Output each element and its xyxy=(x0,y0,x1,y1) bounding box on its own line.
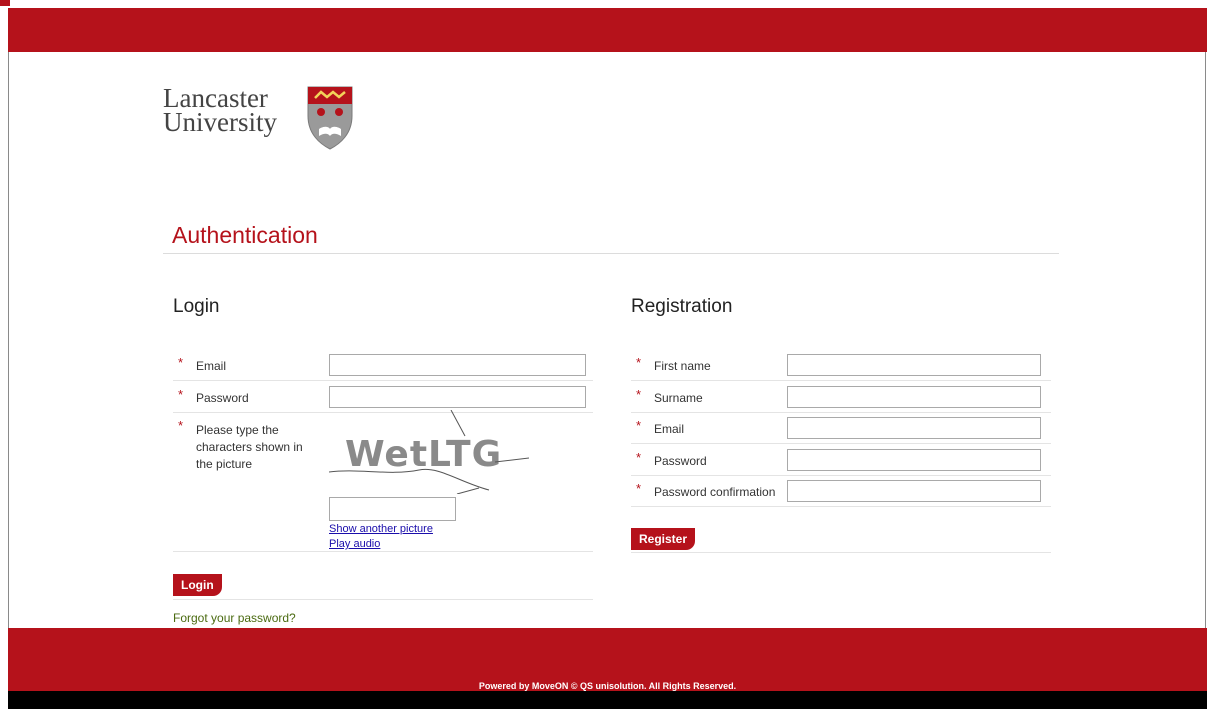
row-divider xyxy=(631,552,1051,553)
required-marker: * xyxy=(178,355,184,370)
footer-copyright: Powered by MoveON © QS unisolution. All … xyxy=(478,681,737,691)
footer: Powered by MoveON © QS unisolution. All … xyxy=(8,628,1207,691)
row-divider xyxy=(631,412,1051,413)
row-divider xyxy=(631,475,1051,476)
first-name-label: First name xyxy=(654,359,711,373)
login-password-label: Password xyxy=(196,391,249,405)
surname-label: Surname xyxy=(654,391,703,405)
registration-email-input[interactable] xyxy=(787,417,1041,439)
play-audio-link[interactable]: Play audio xyxy=(329,538,380,550)
header-bar xyxy=(8,8,1207,52)
surname-input[interactable] xyxy=(787,386,1041,408)
registration-email-label: Email xyxy=(654,422,685,436)
row-divider xyxy=(173,380,593,381)
login-button[interactable]: Login xyxy=(173,574,222,596)
title-divider xyxy=(163,253,1059,254)
row-divider xyxy=(631,506,1051,507)
registration-password-input[interactable] xyxy=(787,449,1041,471)
registration-heading: Registration xyxy=(631,296,733,317)
captcha-image: WetLTG xyxy=(329,410,529,494)
top-strip xyxy=(0,0,1207,8)
first-name-input[interactable] xyxy=(787,354,1041,376)
right-border xyxy=(1205,52,1206,628)
login-heading: Login xyxy=(173,296,220,317)
lancaster-crest-icon xyxy=(307,86,353,150)
row-divider xyxy=(173,599,593,600)
row-divider xyxy=(631,380,1051,381)
logo-text: Lancaster University xyxy=(163,85,277,137)
password-confirmation-label: Password confirmation xyxy=(654,485,776,499)
required-marker: * xyxy=(636,418,642,433)
captcha-label: Please type the characters shown in the … xyxy=(196,423,303,471)
register-button[interactable]: Register xyxy=(631,528,696,550)
password-confirmation-input[interactable] xyxy=(787,480,1041,502)
forgot-password-link[interactable]: Forgot your password? xyxy=(173,611,296,625)
show-another-picture-link[interactable]: Show another picture xyxy=(329,523,433,535)
required-marker: * xyxy=(178,418,184,433)
registration-password-label: Password xyxy=(654,454,707,468)
required-marker: * xyxy=(636,481,642,496)
left-border xyxy=(8,52,9,628)
row-divider xyxy=(631,443,1051,444)
logo-line-2: University xyxy=(163,107,277,137)
required-marker: * xyxy=(636,355,642,370)
required-marker: * xyxy=(178,387,184,402)
top-strip-mark xyxy=(0,0,10,6)
login-email-label: Email xyxy=(196,359,227,373)
captcha-input[interactable] xyxy=(329,497,456,521)
captcha-text: WetLTG xyxy=(345,434,502,475)
required-marker: * xyxy=(636,387,642,402)
login-password-input[interactable] xyxy=(329,386,586,408)
required-marker: * xyxy=(636,450,642,465)
bottom-bar xyxy=(8,691,1207,709)
login-email-input[interactable] xyxy=(329,354,586,376)
page-title: Authentication xyxy=(172,222,318,248)
row-divider xyxy=(173,551,593,552)
